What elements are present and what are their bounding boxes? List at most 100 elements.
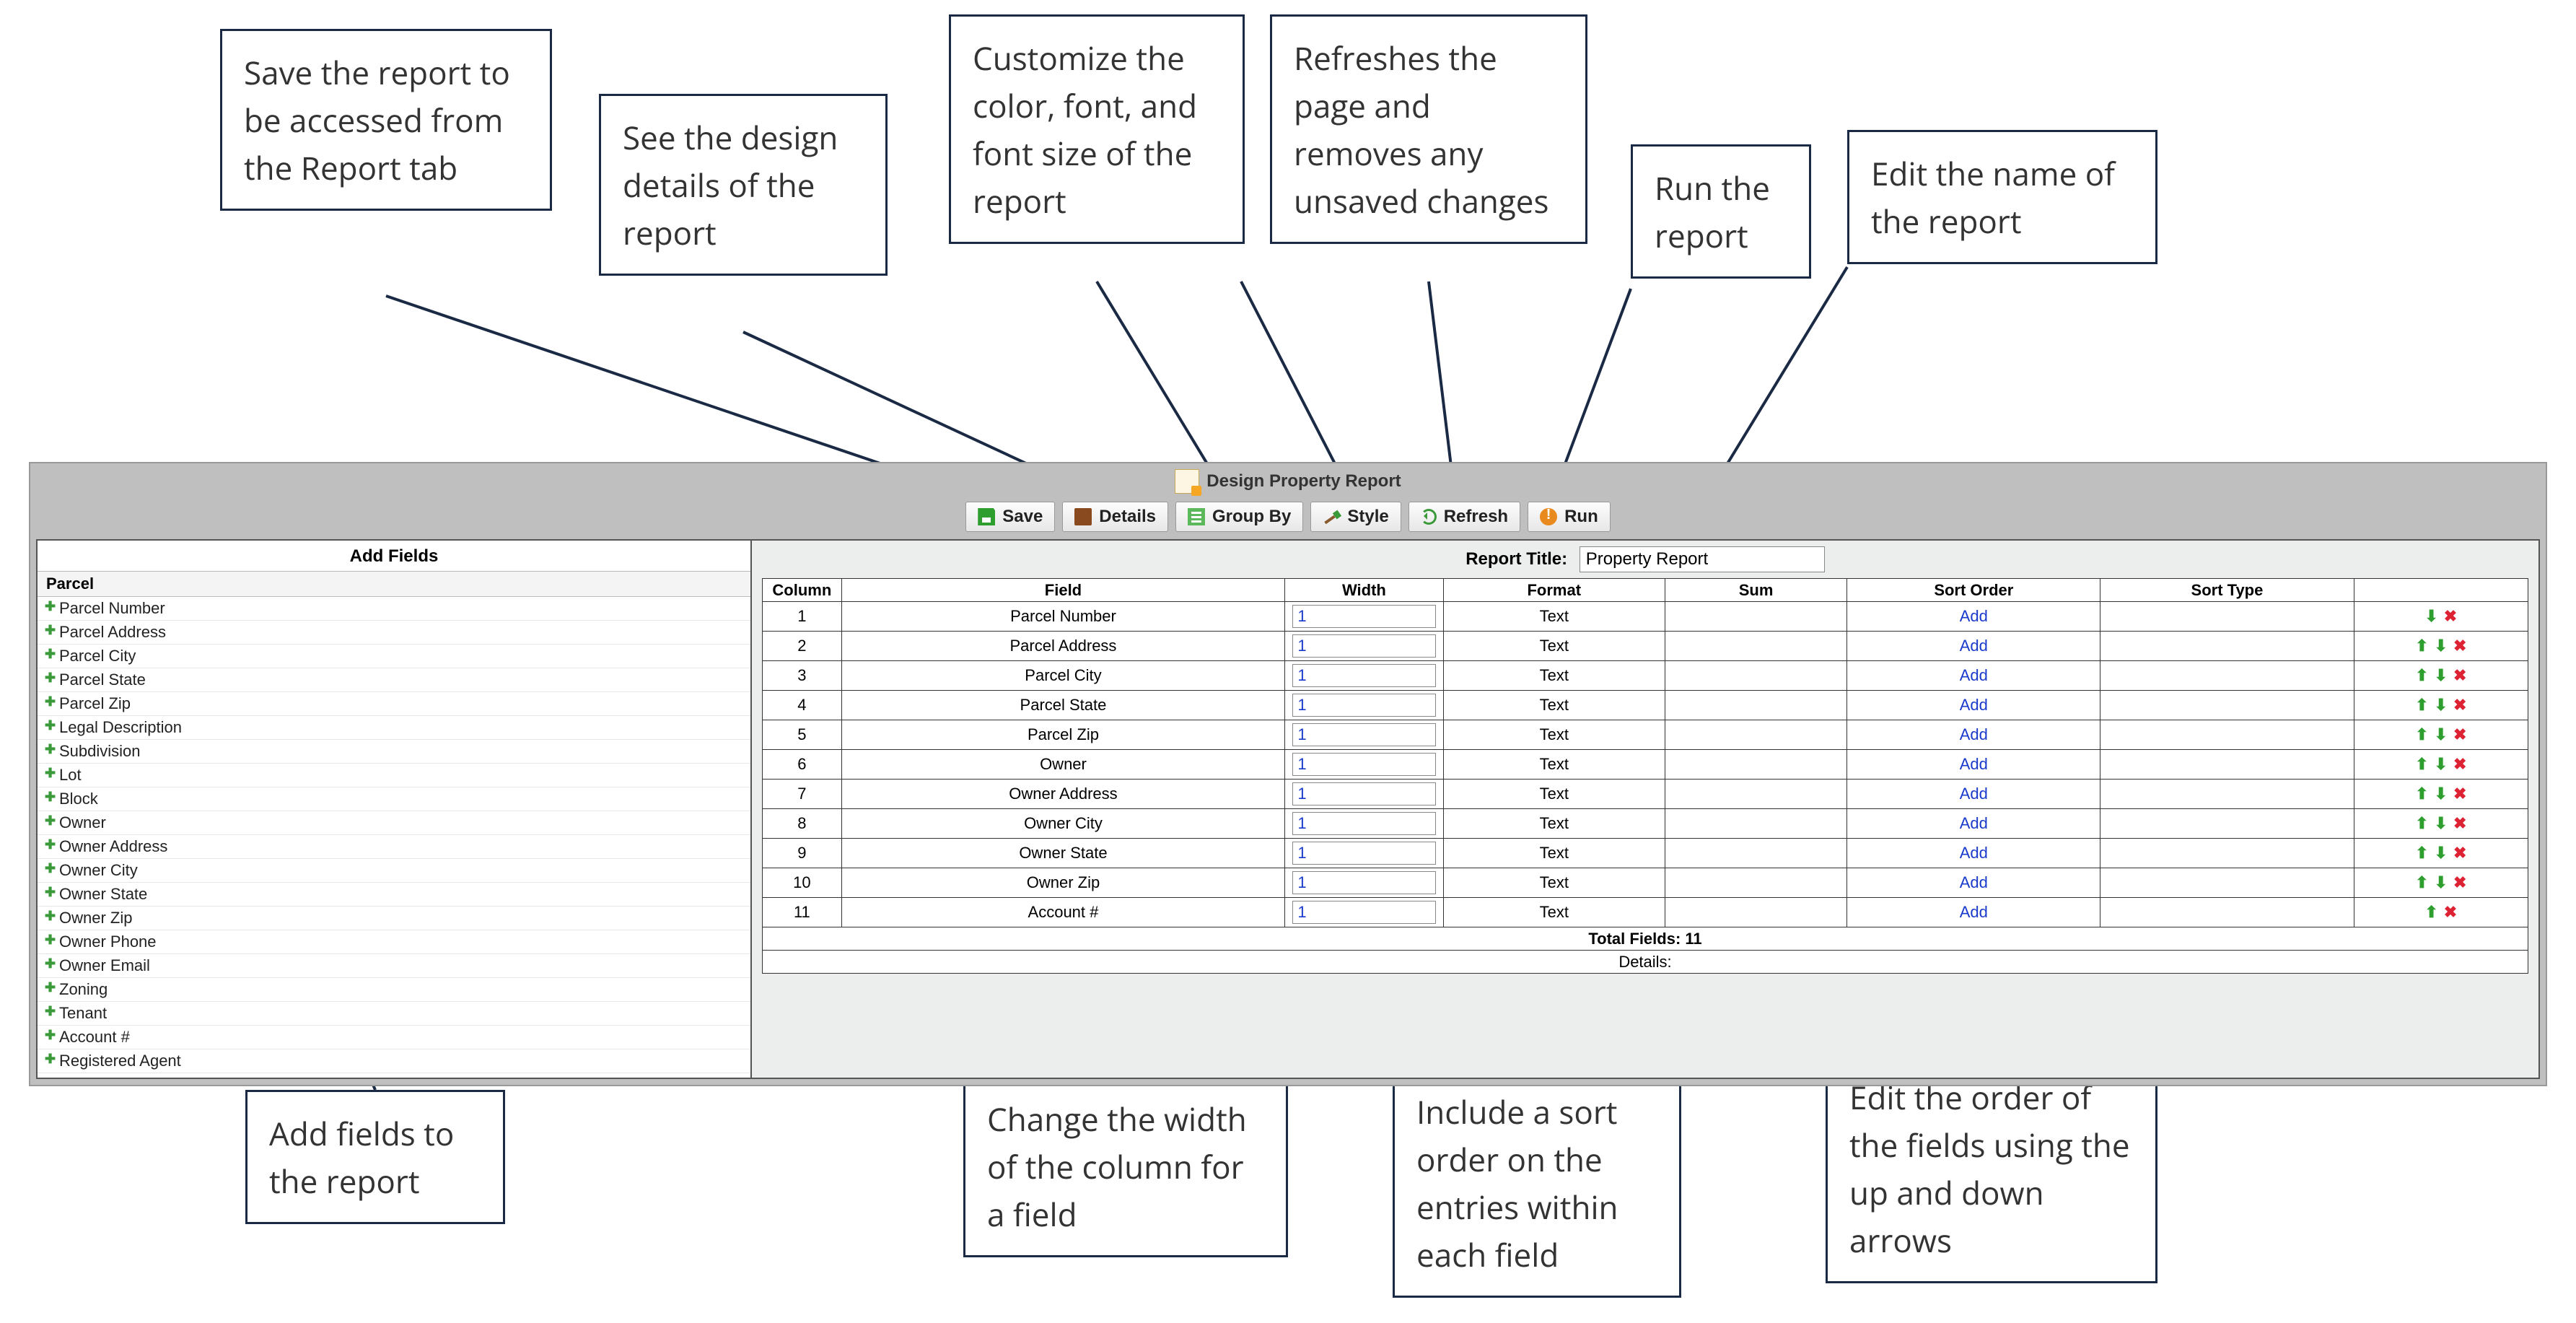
- width-input[interactable]: [1292, 901, 1435, 924]
- move-up-icon[interactable]: ⬆: [2412, 785, 2431, 803]
- cell-sorttype: [2100, 839, 2354, 868]
- move-down-icon[interactable]: ⬇: [2422, 607, 2440, 626]
- field-group-parcel[interactable]: Parcel: [38, 571, 750, 597]
- remove-icon[interactable]: ✖: [2441, 903, 2460, 922]
- field-item[interactable]: ✚Parcel Zip: [38, 692, 750, 716]
- fields-grid: Column Field Width Format Sum Sort Order…: [762, 578, 2528, 974]
- width-input[interactable]: [1292, 664, 1435, 687]
- width-input[interactable]: [1292, 842, 1435, 865]
- move-down-icon[interactable]: ⬇: [2432, 725, 2450, 744]
- field-item[interactable]: ✚Parcel Address: [38, 621, 750, 645]
- sortorder-add-link[interactable]: Add: [1960, 666, 1988, 684]
- move-down-icon[interactable]: ⬇: [2432, 873, 2450, 892]
- field-item[interactable]: ✚Owner: [38, 811, 750, 835]
- field-item[interactable]: ✚Subdivision: [38, 740, 750, 764]
- field-item[interactable]: ✚Parcel Number: [38, 597, 750, 621]
- move-down-icon[interactable]: ⬇: [2432, 755, 2450, 774]
- cell-format[interactable]: Text: [1443, 839, 1665, 868]
- width-input[interactable]: [1292, 605, 1435, 628]
- sortorder-add-link[interactable]: Add: [1960, 814, 1988, 832]
- remove-icon[interactable]: ✖: [2450, 637, 2469, 655]
- field-item[interactable]: ✚Legal Description: [38, 716, 750, 740]
- field-item[interactable]: ✚Parcel City: [38, 645, 750, 668]
- field-item[interactable]: ✚Account #: [38, 1026, 750, 1049]
- cell-width: [1285, 632, 1443, 661]
- width-input[interactable]: [1292, 694, 1435, 717]
- field-item[interactable]: ✚Block: [38, 787, 750, 811]
- remove-icon[interactable]: ✖: [2450, 755, 2469, 774]
- sortorder-add-link[interactable]: Add: [1960, 903, 1988, 921]
- move-up-icon[interactable]: ⬆: [2412, 755, 2431, 774]
- move-up-icon[interactable]: ⬆: [2412, 637, 2431, 655]
- move-down-icon[interactable]: ⬇: [2432, 666, 2450, 685]
- remove-icon[interactable]: ✖: [2441, 607, 2460, 626]
- move-up-icon[interactable]: ⬆: [2422, 903, 2440, 922]
- field-item[interactable]: ✚Parcel State: [38, 668, 750, 692]
- move-up-icon[interactable]: ⬆: [2412, 814, 2431, 833]
- field-item[interactable]: ✚Owner City: [38, 859, 750, 883]
- sortorder-add-link[interactable]: Add: [1960, 637, 1988, 655]
- field-item[interactable]: ✚Tenant: [38, 1002, 750, 1026]
- field-item[interactable]: ✚Owner Address: [38, 835, 750, 859]
- style-icon: [1323, 508, 1340, 525]
- run-button[interactable]: Run: [1528, 502, 1611, 532]
- details-button[interactable]: Details: [1062, 502, 1168, 532]
- cell-format[interactable]: Text: [1443, 661, 1665, 691]
- move-up-icon[interactable]: ⬆: [2412, 666, 2431, 685]
- remove-icon[interactable]: ✖: [2450, 814, 2469, 833]
- move-up-icon[interactable]: ⬆: [2412, 696, 2431, 715]
- width-input[interactable]: [1292, 723, 1435, 746]
- field-item[interactable]: ✚Registered Agent: [38, 1049, 750, 1073]
- refresh-button[interactable]: Refresh: [1409, 502, 1520, 532]
- move-down-icon[interactable]: ⬇: [2432, 637, 2450, 655]
- width-input[interactable]: [1292, 753, 1435, 776]
- field-item[interactable]: ✚Owner Zip: [38, 907, 750, 930]
- cell-format[interactable]: Text: [1443, 809, 1665, 839]
- style-button[interactable]: Style: [1310, 502, 1401, 532]
- width-input[interactable]: [1292, 782, 1435, 805]
- move-up-icon[interactable]: ⬆: [2412, 844, 2431, 863]
- field-item[interactable]: ✚Zoning: [38, 978, 750, 1002]
- cell-format[interactable]: Text: [1443, 780, 1665, 809]
- remove-icon[interactable]: ✖: [2450, 696, 2469, 715]
- move-down-icon[interactable]: ⬇: [2432, 844, 2450, 863]
- remove-icon[interactable]: ✖: [2450, 725, 2469, 744]
- width-input[interactable]: [1292, 634, 1435, 658]
- sortorder-add-link[interactable]: Add: [1960, 696, 1988, 714]
- sortorder-add-link[interactable]: Add: [1960, 873, 1988, 891]
- width-input[interactable]: [1292, 871, 1435, 894]
- remove-icon[interactable]: ✖: [2450, 785, 2469, 803]
- move-down-icon[interactable]: ⬇: [2432, 785, 2450, 803]
- sortorder-add-link[interactable]: Add: [1960, 844, 1988, 862]
- field-item[interactable]: ✚Owner Phone: [38, 930, 750, 954]
- hdr-width: Width: [1285, 579, 1443, 602]
- remove-icon[interactable]: ✖: [2450, 844, 2469, 863]
- width-input[interactable]: [1292, 812, 1435, 835]
- sortorder-add-link[interactable]: Add: [1960, 725, 1988, 743]
- field-item[interactable]: ✚Owner State: [38, 883, 750, 907]
- field-item-label: Registered Agent: [59, 1052, 181, 1070]
- cell-format[interactable]: Text: [1443, 898, 1665, 927]
- report-title-label: Report Title:: [1466, 549, 1567, 569]
- move-up-icon[interactable]: ⬆: [2412, 873, 2431, 892]
- move-down-icon[interactable]: ⬇: [2432, 814, 2450, 833]
- save-button[interactable]: Save: [965, 502, 1055, 532]
- move-up-icon[interactable]: ⬆: [2412, 725, 2431, 744]
- sortorder-add-link[interactable]: Add: [1960, 785, 1988, 803]
- cell-format[interactable]: Text: [1443, 691, 1665, 720]
- groupby-button[interactable]: Group By: [1175, 502, 1303, 532]
- sortorder-add-link[interactable]: Add: [1960, 755, 1988, 773]
- field-item[interactable]: ✚Owner Email: [38, 954, 750, 978]
- cell-format[interactable]: Text: [1443, 868, 1665, 898]
- move-down-icon[interactable]: ⬇: [2432, 696, 2450, 715]
- sortorder-add-link[interactable]: Add: [1960, 607, 1988, 625]
- remove-icon[interactable]: ✖: [2450, 873, 2469, 892]
- field-item[interactable]: ✚Lot: [38, 764, 750, 787]
- cell-format[interactable]: Text: [1443, 602, 1665, 632]
- remove-icon[interactable]: ✖: [2450, 666, 2469, 685]
- cell-format[interactable]: Text: [1443, 750, 1665, 780]
- plus-icon: ✚: [45, 697, 55, 707]
- cell-format[interactable]: Text: [1443, 720, 1665, 750]
- cell-format[interactable]: Text: [1443, 632, 1665, 661]
- report-title-input[interactable]: [1580, 546, 1825, 572]
